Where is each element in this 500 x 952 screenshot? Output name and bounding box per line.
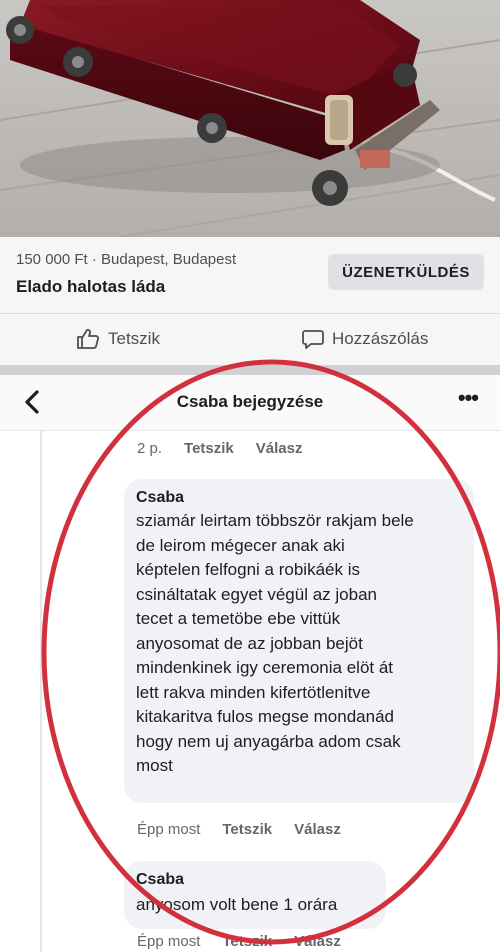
action-bar: Tetszik Hozzászólás bbox=[0, 313, 500, 365]
comment-time: 2 p. bbox=[137, 440, 163, 457]
comment-time: Épp most bbox=[137, 821, 201, 838]
like-button[interactable]: Tetszik bbox=[76, 328, 160, 350]
comment-author[interactable]: Csaba bbox=[136, 489, 462, 507]
comment-author[interactable]: Csaba bbox=[136, 871, 374, 889]
comment-text: anyosom volt bene 1 orára bbox=[136, 895, 338, 915]
thread-connector bbox=[40, 431, 42, 952]
comment-bubble: Csaba anyosom volt bene 1 orára bbox=[124, 861, 386, 929]
comment-label: Hozzászólás bbox=[332, 329, 429, 348]
redacted-name bbox=[188, 871, 299, 889]
post-title: Csaba bejegyzése bbox=[176, 392, 324, 411]
comment-meta: Épp most Tetszik Válasz bbox=[137, 933, 341, 950]
comment-bubble-icon bbox=[302, 330, 324, 349]
more-options-icon[interactable]: ••• bbox=[458, 385, 479, 411]
comment-text: sziamár leirtam többször rakjam bele de … bbox=[136, 511, 414, 776]
comment-button[interactable]: Hozzászólás bbox=[302, 328, 428, 350]
comment-reply-link[interactable]: Válasz bbox=[256, 440, 303, 457]
thumbs-up-icon bbox=[77, 329, 100, 349]
listing-title[interactable]: Elado halotas láda bbox=[16, 277, 165, 297]
listing-photo[interactable] bbox=[0, 0, 500, 237]
comment-thread: 2 p. Tetszik Válasz Csaba sziamár leirta… bbox=[0, 431, 500, 952]
send-message-button[interactable]: ÜZENETKÜLDÉS bbox=[328, 254, 484, 290]
comment-reply-link[interactable]: Válasz bbox=[294, 821, 341, 838]
post-header: Csaba bejegyzése ••• bbox=[0, 375, 500, 431]
comment-meta: Épp most Tetszik Válasz bbox=[137, 821, 341, 838]
redacted-name bbox=[188, 489, 369, 507]
comment-like-link[interactable]: Tetszik bbox=[222, 933, 272, 950]
listing-info: 150 000 Ft · Budapest, Budapest Elado ha… bbox=[0, 237, 500, 313]
comment-like-link[interactable]: Tetszik bbox=[184, 440, 234, 457]
comment-like-link[interactable]: Tetszik bbox=[222, 821, 272, 838]
comment-time: Épp most bbox=[137, 933, 201, 950]
comment-bubble: Csaba sziamár leirtam többször rakjam be… bbox=[124, 479, 474, 803]
price-location: 150 000 Ft · Budapest, Budapest bbox=[16, 251, 237, 268]
section-divider bbox=[0, 365, 500, 375]
comment-reply-link[interactable]: Válasz bbox=[294, 933, 341, 950]
comment-meta-previous: 2 p. Tetszik Válasz bbox=[137, 440, 302, 457]
like-label: Tetszik bbox=[108, 329, 160, 348]
coffin-image bbox=[0, 0, 500, 237]
